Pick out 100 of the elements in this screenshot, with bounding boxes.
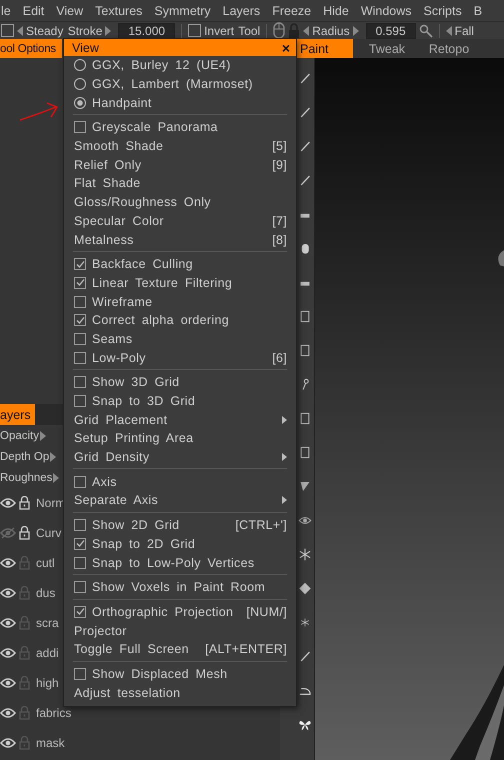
layer-name[interactable]: scra: [36, 616, 59, 630]
menu-item[interactable]: GGX, Lambert (Marmoset): [64, 74, 296, 94]
menu-item[interactable]: Grid Density: [64, 448, 296, 466]
room-tab[interactable]: Retopo: [421, 39, 477, 58]
menu-item[interactable]: Layers: [222, 4, 260, 18]
menu-item[interactable]: Specular Color [7]: [64, 212, 296, 230]
menu-item[interactable]: Correct alpha ordering: [64, 310, 296, 330]
invert-tool-checkbox[interactable]: [188, 24, 202, 37]
menu-item[interactable]: View: [56, 4, 84, 18]
menu-item[interactable]: Setup Printing Area: [64, 429, 296, 448]
menu-item[interactable]: Scripts: [424, 4, 462, 18]
frame-icon[interactable]: [298, 308, 312, 325]
radio-button[interactable]: [74, 78, 86, 90]
menu-item[interactable]: Gloss/Roughness Only: [64, 192, 296, 212]
close-button[interactable]: ×: [282, 40, 290, 56]
menu-item[interactable]: Edit: [22, 4, 44, 18]
room-tab[interactable]: Paint: [297, 39, 353, 58]
eye-icon[interactable]: [0, 737, 16, 749]
layer-name[interactable]: fabrics: [36, 706, 72, 720]
layer-name[interactable]: addi: [36, 646, 59, 660]
tool-options-header[interactable]: ool Options: [0, 39, 62, 58]
menu-item[interactable]: Freeze: [272, 4, 312, 18]
checkbox[interactable]: [74, 606, 86, 618]
eye-icon[interactable]: [0, 587, 16, 599]
menu-item[interactable]: Separate Axis: [64, 491, 296, 510]
menu-item[interactable]: Handpaint: [64, 93, 296, 112]
checkbox[interactable]: [74, 121, 86, 134]
room-tab[interactable]: Tweak: [359, 39, 415, 58]
menu-item[interactable]: Hide: [323, 4, 349, 18]
menu-item[interactable]: Show Displaced Mesh: [64, 664, 296, 684]
menu-item[interactable]: Grid Placement: [64, 410, 296, 430]
checkbox[interactable]: [74, 276, 86, 289]
checkbox[interactable]: [74, 581, 86, 594]
checkbox[interactable]: [74, 395, 86, 408]
checkbox[interactable]: [74, 332, 86, 345]
increase-arrow-icon[interactable]: [50, 452, 56, 462]
menu-item[interactable]: Linear Texture Filtering: [64, 274, 296, 292]
lock-icon[interactable]: [19, 526, 30, 540]
menu-item[interactable]: Wireframe: [64, 292, 296, 311]
mouse-icon[interactable]: [273, 22, 286, 39]
eye-icon[interactable]: [0, 707, 16, 719]
lock-icon[interactable]: [19, 496, 30, 510]
menu-item[interactable]: Snap to Low-Poly Vertices: [64, 553, 296, 572]
frame-icon[interactable]: [298, 342, 312, 359]
menu-item[interactable]: Low-Poly [6]: [64, 348, 296, 367]
menu-item[interactable]: Metalness [8]: [64, 230, 296, 249]
radio-button[interactable]: [74, 59, 86, 72]
checkbox[interactable]: [74, 314, 86, 326]
snowflake-icon[interactable]: [298, 546, 312, 563]
checkbox[interactable]: [74, 352, 86, 364]
menu-item[interactable]: Smooth Shade [5]: [64, 136, 296, 156]
menu-item[interactable]: Show 3D Grid: [64, 373, 296, 392]
layer-name[interactable]: dus: [36, 586, 56, 600]
menu-item[interactable]: Show Voxels in Paint Room: [64, 578, 296, 597]
eye-icon[interactable]: [0, 617, 16, 629]
menu-item[interactable]: Symmetry: [154, 4, 211, 18]
menu-item[interactable]: Snap to 3D Grid: [64, 392, 296, 410]
layers-tab[interactable]: ayers: [0, 404, 35, 425]
menu-item[interactable]: GGX, Burley 12 (UE4): [64, 56, 296, 75]
checkbox[interactable]: [74, 476, 86, 488]
layer-name[interactable]: cutl: [36, 556, 55, 570]
checkbox[interactable]: [74, 519, 86, 532]
menu-item[interactable]: B: [474, 4, 482, 18]
checkbox[interactable]: [74, 556, 86, 569]
steady-stroke-field[interactable]: 15.000: [118, 22, 176, 38]
menu-item-label: Specular Color: [74, 214, 164, 228]
radius-field[interactable]: 0.595: [366, 22, 416, 38]
menu-item[interactable]: Backface Culling: [64, 254, 296, 274]
radio-button[interactable]: [74, 96, 86, 109]
checkbox[interactable]: [1, 24, 14, 37]
layer-name[interactable]: Curv: [36, 526, 62, 540]
checkbox[interactable]: [74, 668, 86, 680]
layer-name[interactable]: mask: [36, 736, 65, 750]
shortcut-label: [7]: [272, 214, 287, 228]
layer-name[interactable]: high: [36, 676, 59, 690]
menu-item[interactable]: Show 2D Grid [CTRL+']: [64, 516, 296, 534]
menu-item[interactable]: Orthographic Projection [NUM/]: [64, 602, 296, 622]
increase-arrow-icon[interactable]: [40, 430, 46, 440]
menu-item[interactable]: le: [1, 4, 11, 18]
menu-item[interactable]: Greyscale Panorama: [64, 118, 296, 137]
menu-item[interactable]: Axis: [64, 472, 296, 492]
frame-icon[interactable]: [298, 444, 312, 461]
menu-item[interactable]: Toggle Full Screen [ALT+ENTER]: [64, 640, 296, 659]
checkbox[interactable]: [74, 538, 86, 550]
checkbox[interactable]: [74, 376, 86, 388]
menu-item[interactable]: Adjust tesselation: [64, 683, 296, 702]
menu-item[interactable]: Seams: [64, 330, 296, 348]
menu-item[interactable]: Textures: [95, 4, 142, 18]
frame-icon[interactable]: [298, 410, 312, 427]
menu-item[interactable]: Snap to 2D Grid: [64, 534, 296, 554]
checkbox[interactable]: [74, 258, 86, 270]
eye-icon[interactable]: [0, 497, 16, 509]
menu-item[interactable]: Relief Only [9]: [64, 155, 296, 174]
menu-item[interactable]: Windows: [360, 4, 412, 18]
menu-item[interactable]: Projector: [64, 621, 296, 640]
menu-item[interactable]: Flat Shade: [64, 174, 296, 193]
eye-icon[interactable]: [0, 557, 16, 569]
eye-icon[interactable]: [0, 677, 16, 689]
checkbox[interactable]: [74, 296, 86, 308]
eye-icon[interactable]: [0, 647, 16, 659]
